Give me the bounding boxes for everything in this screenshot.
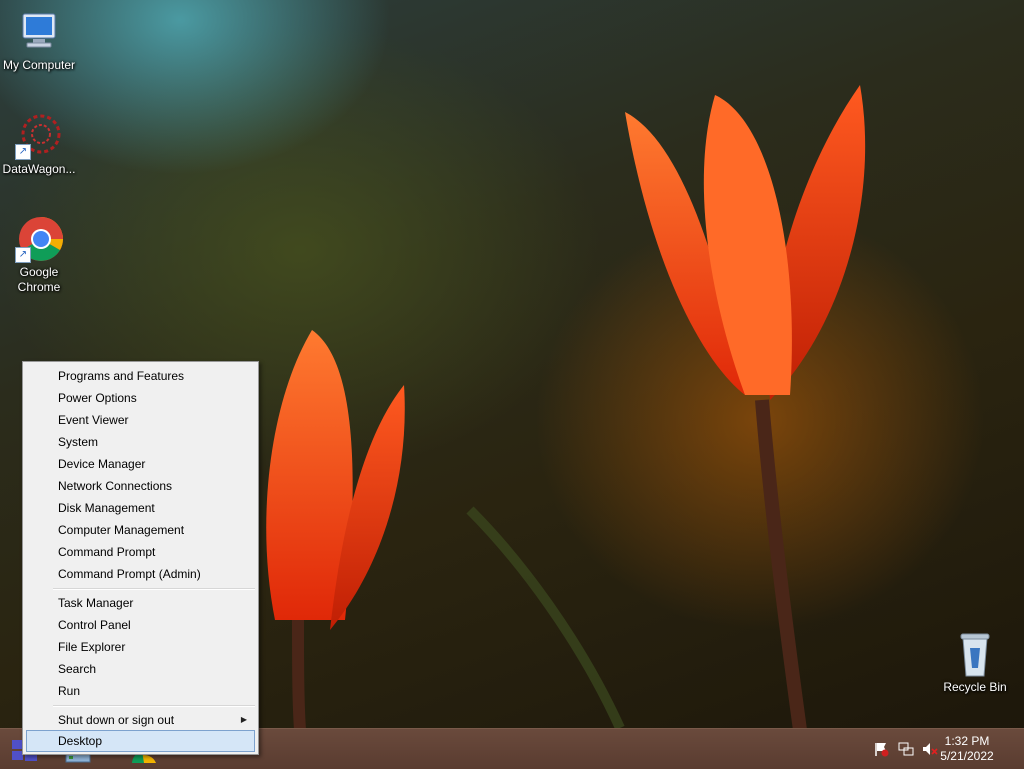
desktop-icon-my-computer[interactable]: My Computer bbox=[1, 8, 77, 73]
datawagon-icon: ↗ bbox=[15, 112, 63, 160]
menu-item-command-prompt[interactable]: Command Prompt bbox=[26, 541, 255, 563]
computer-icon bbox=[15, 8, 63, 56]
taskbar-clock[interactable]: 1:32 PM 5/21/2022 bbox=[932, 734, 1002, 764]
chrome-icon: ↗ bbox=[15, 215, 63, 263]
menu-item-network-connections[interactable]: Network Connections bbox=[26, 475, 255, 497]
shortcut-arrow-icon: ↗ bbox=[15, 247, 31, 263]
desktop-icon-label: Recycle Bin bbox=[943, 680, 1007, 694]
menu-item-computer-management[interactable]: Computer Management bbox=[26, 519, 255, 541]
menu-item-search[interactable]: Search bbox=[26, 658, 255, 680]
menu-item-label: Shut down or sign out bbox=[58, 713, 175, 727]
menu-item-shut-down-or-sign-out[interactable]: Shut down or sign out ▶ bbox=[26, 709, 255, 731]
menu-item-event-viewer[interactable]: Event Viewer bbox=[26, 409, 255, 431]
shortcut-arrow-icon: ↗ bbox=[15, 144, 31, 160]
menu-item-device-manager[interactable]: Device Manager bbox=[26, 453, 255, 475]
clock-time: 1:32 PM bbox=[944, 734, 990, 748]
menu-item-control-panel[interactable]: Control Panel bbox=[26, 614, 255, 636]
desktop-icon-label: DataWagon... bbox=[2, 162, 76, 176]
desktop-icon-label: Google Chrome bbox=[17, 265, 61, 294]
menu-item-programs-and-features[interactable]: Programs and Features bbox=[26, 365, 255, 387]
menu-separator bbox=[53, 588, 255, 590]
menu-item-desktop[interactable]: Desktop bbox=[26, 730, 255, 752]
menu-separator bbox=[53, 705, 255, 707]
action-center-flag-icon[interactable] bbox=[873, 741, 889, 757]
desktop-icon-label: My Computer bbox=[2, 58, 76, 72]
menu-item-power-options[interactable]: Power Options bbox=[26, 387, 255, 409]
desktop-icon-google-chrome[interactable]: ↗ Google Chrome bbox=[1, 215, 77, 295]
menu-item-system[interactable]: System bbox=[26, 431, 255, 453]
clock-date: 5/21/2022 bbox=[940, 749, 994, 763]
menu-item-file-explorer[interactable]: File Explorer bbox=[26, 636, 255, 658]
network-icon[interactable] bbox=[898, 741, 914, 757]
menu-item-command-prompt-admin[interactable]: Command Prompt (Admin) bbox=[26, 563, 255, 585]
chevron-right-icon: ▶ bbox=[240, 715, 247, 724]
menu-item-task-manager[interactable]: Task Manager bbox=[26, 592, 255, 614]
menu-item-run[interactable]: Run bbox=[26, 680, 255, 702]
menu-item-disk-management[interactable]: Disk Management bbox=[26, 497, 255, 519]
desktop-icon-datawagon[interactable]: ↗ DataWagon... bbox=[1, 112, 77, 177]
power-user-context-menu: Programs and Features Power Options Even… bbox=[22, 361, 259, 755]
desktop-icon-recycle-bin[interactable]: Recycle Bin bbox=[937, 630, 1013, 695]
recycle-bin-icon bbox=[951, 630, 999, 678]
